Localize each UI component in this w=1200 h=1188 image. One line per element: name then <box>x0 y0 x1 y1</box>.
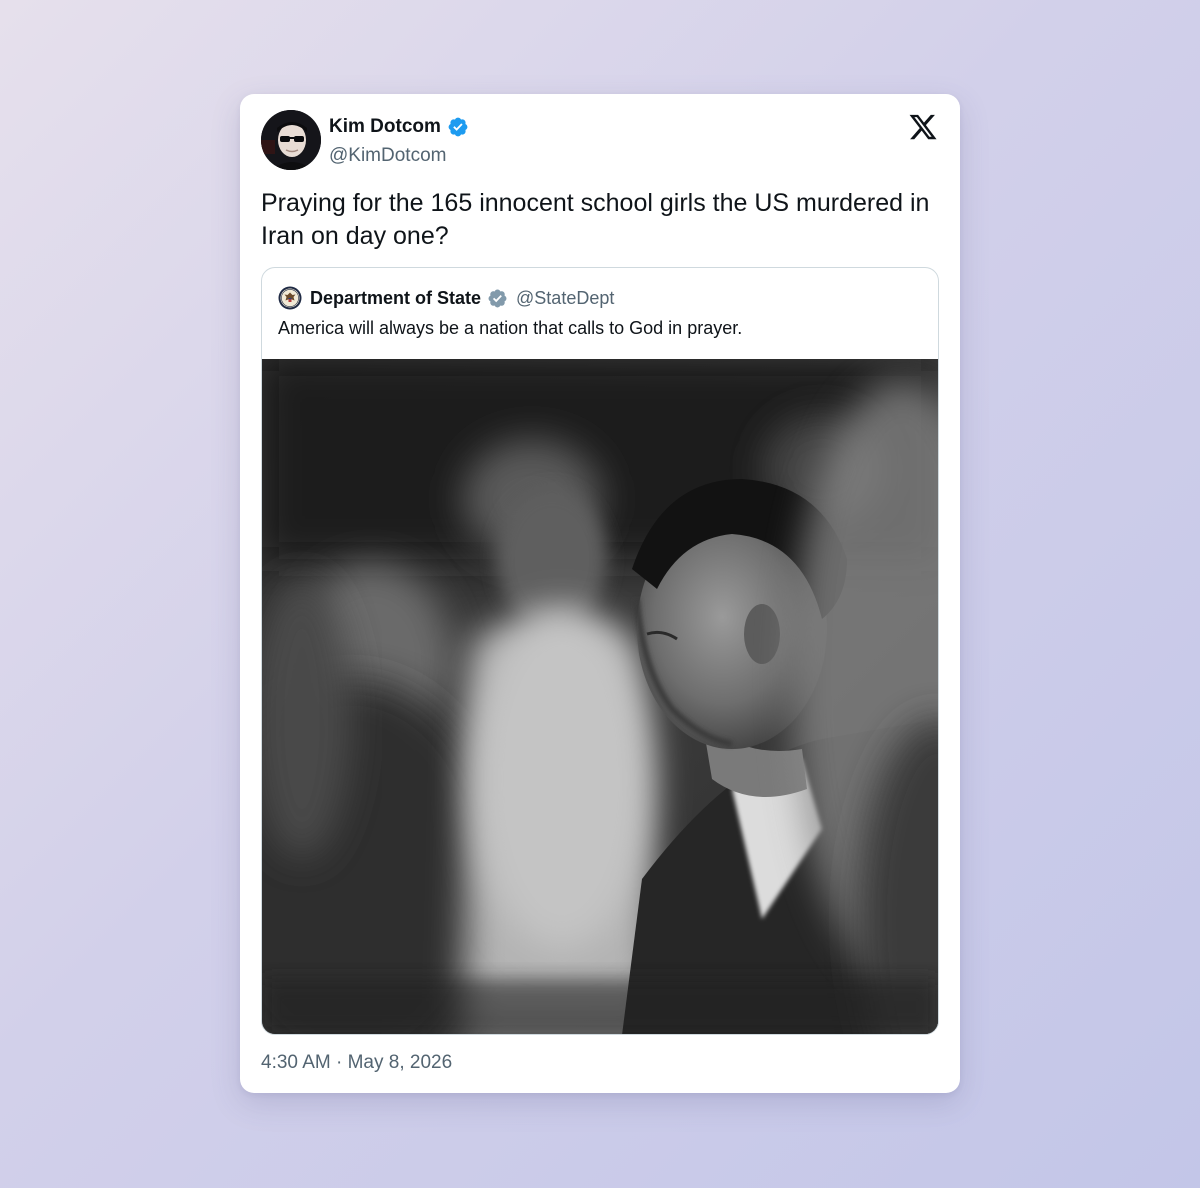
quoted-tweet[interactable]: Department of State @StateDept America w… <box>261 267 939 1035</box>
quoted-tweet-photo[interactable] <box>262 359 938 1035</box>
author-name-row: Kim Dotcom <box>329 116 469 138</box>
tweet-text: Praying for the 165 innocent school girl… <box>261 189 930 250</box>
author-name[interactable]: Kim Dotcom <box>329 116 441 138</box>
tweet-card: Kim Dotcom @KimDotcom Praying for the 16… <box>240 94 960 1093</box>
author-handle[interactable]: @KimDotcom <box>329 145 446 167</box>
tweet-timestamp[interactable]: 4:30 AM · May 8, 2026 <box>261 1052 452 1074</box>
state-dept-seal-icon <box>278 286 302 310</box>
quoted-tweet-text: America will always be a nation that cal… <box>278 318 743 338</box>
quoted-tweet-header: Department of State @StateDept <box>278 286 614 310</box>
quoted-author-name: Department of State <box>310 287 482 308</box>
x-logo-icon[interactable] <box>908 112 938 142</box>
verified-badge-icon <box>448 117 468 137</box>
verified-badge-icon <box>488 289 507 307</box>
author-avatar[interactable] <box>261 110 321 170</box>
quoted-author-handle: @StateDept <box>516 287 615 308</box>
